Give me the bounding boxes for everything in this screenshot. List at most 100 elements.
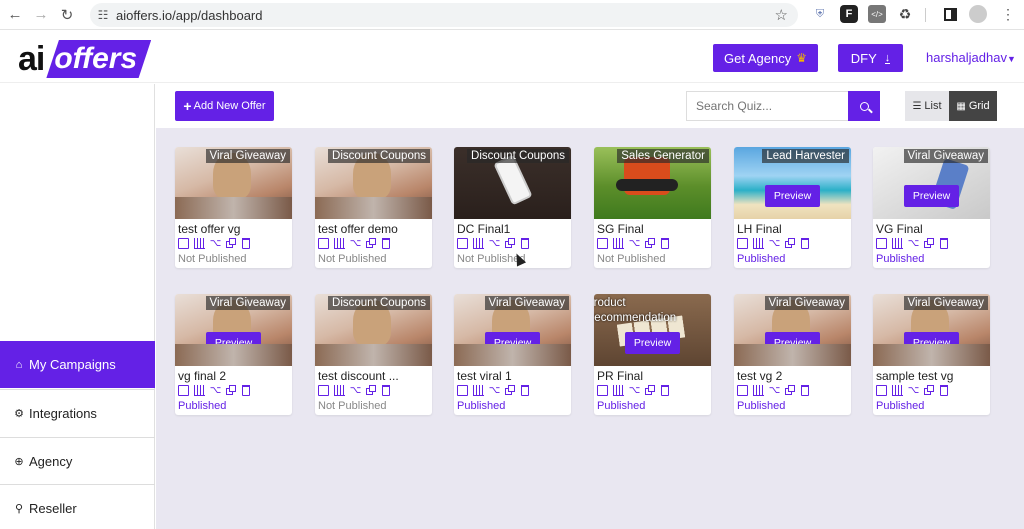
copy-icon[interactable] bbox=[366, 237, 377, 249]
campaign-thumbnail[interactable]: Discount Coupons bbox=[315, 147, 432, 219]
menu-dots-icon[interactable]: ⋮ bbox=[999, 5, 1017, 23]
preview-button[interactable]: Preview bbox=[765, 332, 820, 354]
grid-view-button[interactable]: ▦ Grid bbox=[949, 91, 997, 121]
copy-icon[interactable] bbox=[505, 384, 516, 396]
share-icon[interactable]: ⌥ bbox=[769, 238, 781, 249]
campaign-title[interactable]: sample test vg bbox=[873, 366, 990, 383]
delete-icon[interactable] bbox=[242, 384, 250, 396]
bookmark-star-icon[interactable]: ☆ bbox=[775, 6, 788, 24]
campaign-thumbnail[interactable]: Viral Giveaway Preview bbox=[873, 294, 990, 366]
campaign-title[interactable]: test discount ... bbox=[315, 366, 432, 383]
preview-button[interactable]: Preview bbox=[765, 185, 820, 207]
share-icon[interactable]: ⌥ bbox=[489, 385, 501, 396]
campaign-thumbnail[interactable]: Product Recommendation Preview bbox=[594, 294, 711, 366]
edit-icon[interactable] bbox=[597, 384, 608, 396]
code-extension-icon[interactable]: </> bbox=[868, 5, 886, 23]
side-panel-icon[interactable] bbox=[941, 5, 959, 23]
campaign-title[interactable]: LH Final bbox=[734, 219, 851, 236]
share-icon[interactable]: ⌥ bbox=[350, 238, 362, 249]
edit-icon[interactable] bbox=[457, 237, 468, 249]
sidebar-item-reseller[interactable]: ⚲ Reseller bbox=[0, 484, 155, 529]
edit-icon[interactable] bbox=[876, 237, 887, 249]
preview-button[interactable]: Preview bbox=[206, 332, 261, 354]
sidebar-item-agency[interactable]: ⊕ Agency bbox=[0, 437, 155, 484]
preview-button[interactable]: Preview bbox=[904, 332, 959, 354]
site-settings-icon[interactable]: ☷ bbox=[90, 8, 116, 22]
preview-button[interactable]: Preview bbox=[625, 332, 680, 354]
campaign-title[interactable]: vg final 2 bbox=[175, 366, 292, 383]
stats-icon[interactable] bbox=[473, 237, 484, 249]
campaign-thumbnail[interactable]: Discount Coupons bbox=[454, 147, 571, 219]
campaign-thumbnail[interactable]: Viral Giveaway Preview bbox=[873, 147, 990, 219]
edit-icon[interactable] bbox=[178, 384, 189, 396]
campaign-title[interactable]: test offer vg bbox=[175, 219, 292, 236]
campaign-card[interactable]: Lead Harvester Preview LH Final ⌥ Published bbox=[734, 147, 851, 268]
share-icon[interactable]: ⌥ bbox=[629, 385, 641, 396]
campaign-card[interactable]: Viral Giveaway Preview vg final 2 ⌥ Publishe… bbox=[175, 294, 292, 415]
stats-icon[interactable] bbox=[613, 237, 624, 249]
campaign-card[interactable]: Viral Giveaway Preview sample test vg ⌥ Publ… bbox=[873, 294, 990, 415]
campaign-title[interactable]: DC Final1 bbox=[454, 219, 571, 236]
delete-icon[interactable] bbox=[661, 384, 669, 396]
campaign-thumbnail[interactable]: Discount Coupons bbox=[315, 294, 432, 366]
delete-icon[interactable] bbox=[661, 237, 669, 249]
copy-icon[interactable] bbox=[924, 384, 935, 396]
delete-icon[interactable] bbox=[382, 384, 390, 396]
campaign-thumbnail[interactable]: Viral Giveaway Preview bbox=[454, 294, 571, 366]
reload-icon[interactable]: ↻ bbox=[56, 4, 78, 26]
edit-icon[interactable] bbox=[597, 237, 608, 249]
sidebar-item-my-campaigns[interactable]: ⌂ My Campaigns bbox=[0, 341, 155, 388]
campaign-title[interactable]: SG Final bbox=[594, 219, 711, 236]
stats-icon[interactable] bbox=[334, 384, 345, 396]
back-icon[interactable]: ← bbox=[4, 4, 26, 26]
edit-icon[interactable] bbox=[457, 384, 468, 396]
campaign-title[interactable]: test vg 2 bbox=[734, 366, 851, 383]
campaign-card[interactable]: Sales Generator SG Final ⌥ Not Published bbox=[594, 147, 711, 268]
campaign-card[interactable]: Discount Coupons DC Final1 ⌥ Not Published bbox=[454, 147, 571, 268]
shield-extension-icon[interactable]: ⛨ bbox=[811, 5, 829, 23]
campaign-title[interactable]: PR Final bbox=[594, 366, 711, 383]
f-extension-icon[interactable]: F bbox=[840, 5, 858, 23]
stats-icon[interactable] bbox=[194, 384, 205, 396]
preview-button[interactable]: Preview bbox=[904, 185, 959, 207]
share-icon[interactable]: ⌥ bbox=[908, 238, 920, 249]
delete-icon[interactable] bbox=[940, 237, 948, 249]
stats-icon[interactable] bbox=[892, 384, 903, 396]
aioffers-logo[interactable]: ai offers bbox=[18, 40, 152, 78]
delete-icon[interactable] bbox=[382, 237, 390, 249]
edit-icon[interactable] bbox=[876, 384, 887, 396]
copy-icon[interactable] bbox=[645, 237, 656, 249]
share-icon[interactable]: ⌥ bbox=[210, 238, 222, 249]
preview-button[interactable]: Preview bbox=[485, 332, 540, 354]
edit-icon[interactable] bbox=[737, 384, 748, 396]
forward-icon[interactable]: → bbox=[30, 4, 52, 26]
dfy-button[interactable]: DFY ↓ bbox=[838, 44, 903, 72]
copy-icon[interactable] bbox=[924, 237, 935, 249]
campaign-card[interactable]: Viral Giveaway Preview VG Final ⌥ Published bbox=[873, 147, 990, 268]
profile-avatar-icon[interactable] bbox=[969, 5, 987, 23]
search-input[interactable] bbox=[686, 91, 850, 121]
stats-icon[interactable] bbox=[892, 237, 903, 249]
campaign-card[interactable]: Viral Giveaway test offer vg ⌥ Not Publishe… bbox=[175, 147, 292, 268]
share-icon[interactable]: ⌥ bbox=[350, 385, 362, 396]
copy-icon[interactable] bbox=[226, 237, 237, 249]
campaign-card[interactable]: Product Recommendation Preview PR Final ⌥ Pu… bbox=[594, 294, 711, 415]
sidebar-item-integrations[interactable]: ⚙ Integrations bbox=[0, 389, 155, 436]
url-text[interactable]: aioffers.io/app/dashboard bbox=[116, 8, 262, 23]
puzzle-extensions-icon[interactable]: ♻ bbox=[896, 5, 914, 23]
stats-icon[interactable] bbox=[334, 237, 345, 249]
share-icon[interactable]: ⌥ bbox=[629, 238, 641, 249]
copy-icon[interactable] bbox=[785, 384, 796, 396]
campaign-title[interactable]: test viral 1 bbox=[454, 366, 571, 383]
address-bar[interactable]: ☷ aioffers.io/app/dashboard ☆ bbox=[90, 3, 798, 27]
edit-icon[interactable] bbox=[318, 384, 329, 396]
campaign-thumbnail[interactable]: Viral Giveaway bbox=[175, 147, 292, 219]
edit-icon[interactable] bbox=[737, 237, 748, 249]
stats-icon[interactable] bbox=[473, 384, 484, 396]
campaign-title[interactable]: VG Final bbox=[873, 219, 990, 236]
edit-icon[interactable] bbox=[178, 237, 189, 249]
campaign-thumbnail[interactable]: Viral Giveaway Preview bbox=[175, 294, 292, 366]
get-agency-button[interactable]: Get Agency ♛ bbox=[713, 44, 818, 72]
copy-icon[interactable] bbox=[366, 384, 377, 396]
share-icon[interactable]: ⌥ bbox=[908, 385, 920, 396]
